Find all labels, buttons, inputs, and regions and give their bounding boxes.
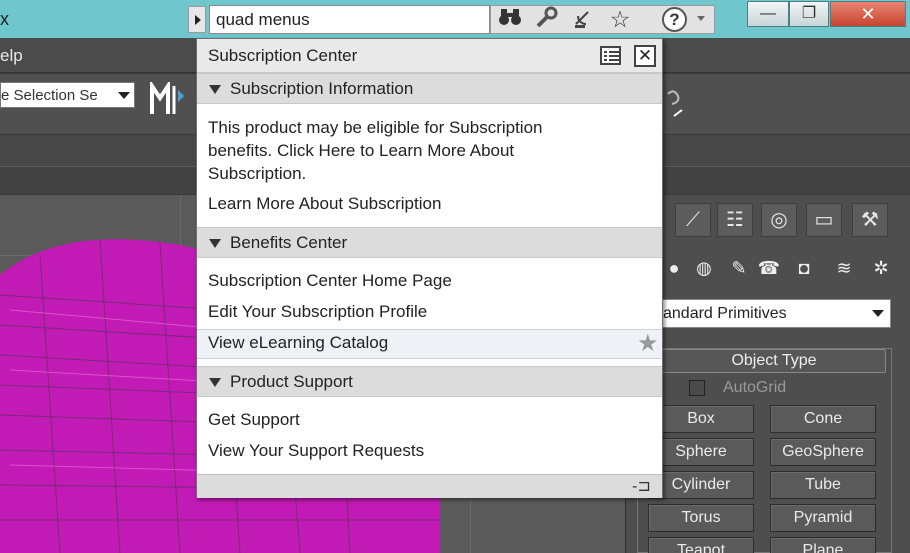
sphere-button[interactable]: Sphere [648,438,754,466]
subscription-center-footer: -⊐ [197,474,662,498]
restore-button[interactable]: ❐ [789,1,829,27]
subscription-center-panel: Subscription Center ✕ Subscription Infor… [196,38,663,498]
autogrid-label: AutoGrid [723,379,787,396]
object-type-rollout-title[interactable]: Object Type [662,349,886,373]
object-category-value: andard Primitives [663,305,787,322]
minimize-button[interactable]: — [747,1,789,27]
help-button[interactable]: ? [662,7,687,32]
subscription-info-text[interactable]: benefits. Click Here to Learn More About [208,139,514,162]
tube-button[interactable]: Tube [770,471,876,499]
section-heading: Benefits Center [230,233,348,252]
helpers-icon[interactable]: ◘ [789,253,819,283]
cone-button[interactable]: Cone [770,405,876,433]
edit-profile-link[interactable]: Edit Your Subscription Profile [208,300,427,323]
named-selection-set-value: e Selection Se [1,87,98,104]
section-benefits-center[interactable]: Benefits Center [197,227,662,258]
title-partial-text: x [0,9,9,29]
close-button[interactable]: ✕ [830,1,906,27]
lights-icon[interactable]: ✎ [724,253,754,283]
section-heading: Product Support [230,372,353,391]
box-button[interactable]: Box [648,405,754,433]
named-selection-set-dropdown[interactable]: e Selection Se [0,82,135,108]
cameras-icon[interactable]: ☎ [754,253,784,283]
list-view-icon[interactable] [600,46,621,65]
binoculars-icon[interactable] [497,6,523,33]
collapse-triangle-icon [209,85,221,94]
learn-more-link[interactable]: Learn More About Subscription [208,192,441,215]
search-expand-button[interactable] [188,6,206,33]
plane-button[interactable]: Plane [770,537,876,553]
shapes-icon[interactable]: ◍ [689,253,719,283]
favorites-star-icon[interactable]: ☆ [607,6,633,33]
help-dropdown-arrow-icon[interactable] [697,16,705,21]
title-bar: x quad menus ☆ ? — ❐ ✕ [0,0,910,38]
modify-tab-icon[interactable]: ⟋ [675,203,711,237]
teapot-button[interactable]: Teapot [648,537,754,553]
subscription-center-title: Subscription Center [208,46,358,65]
subscription-info-text[interactable]: This product may be eligible for Subscri… [208,116,543,139]
space-warps-icon[interactable]: ≋ [829,253,859,283]
pyramid-button[interactable]: Pyramid [770,504,876,532]
motion-tab-icon[interactable]: ◎ [761,203,797,237]
subscription-center-header: Subscription Center ✕ [197,39,662,73]
elearning-catalog-link[interactable]: View eLearning Catalog [208,331,388,354]
collapse-triangle-icon [209,239,221,248]
object-category-dropdown[interactable]: andard Primitives [662,299,891,328]
chevron-down-icon [872,310,884,317]
utilities-tab-icon[interactable]: ⚒ [852,203,888,237]
menu-help-partial[interactable]: elp [0,46,23,66]
hierarchy-tab-icon[interactable]: ☷ [717,203,753,237]
star-icon[interactable]: ★ [637,329,659,359]
autogrid-checkbox[interactable] [689,380,705,396]
search-input[interactable]: quad menus [209,5,490,34]
systems-icon[interactable]: ✲ [866,253,896,283]
render-setup-icon[interactable] [664,88,686,123]
geometry-icon[interactable]: ● [659,253,689,283]
section-heading: Subscription Information [230,79,414,98]
subscription-info-text[interactable]: Subscription. [208,162,306,185]
satellite-icon[interactable] [571,6,597,33]
section-subscription-information[interactable]: Subscription Information [197,73,662,104]
cylinder-button[interactable]: Cylinder [648,471,754,499]
collapse-triangle-icon [209,378,221,387]
torus-button[interactable]: Torus [648,504,754,532]
display-tab-icon[interactable]: ▭ [806,203,842,237]
pin-icon[interactable]: -⊐ [632,475,651,499]
get-support-link[interactable]: Get Support [208,408,300,431]
mirror-icon[interactable] [150,79,186,123]
geosphere-button[interactable]: GeoSphere [770,438,876,466]
chevron-down-icon [118,92,130,99]
home-page-link[interactable]: Subscription Center Home Page [208,269,452,292]
section-product-support[interactable]: Product Support [197,366,662,397]
support-requests-link[interactable]: View Your Support Requests [208,439,424,462]
close-icon[interactable]: ✕ [634,45,656,67]
wrench-icon[interactable] [533,6,559,33]
